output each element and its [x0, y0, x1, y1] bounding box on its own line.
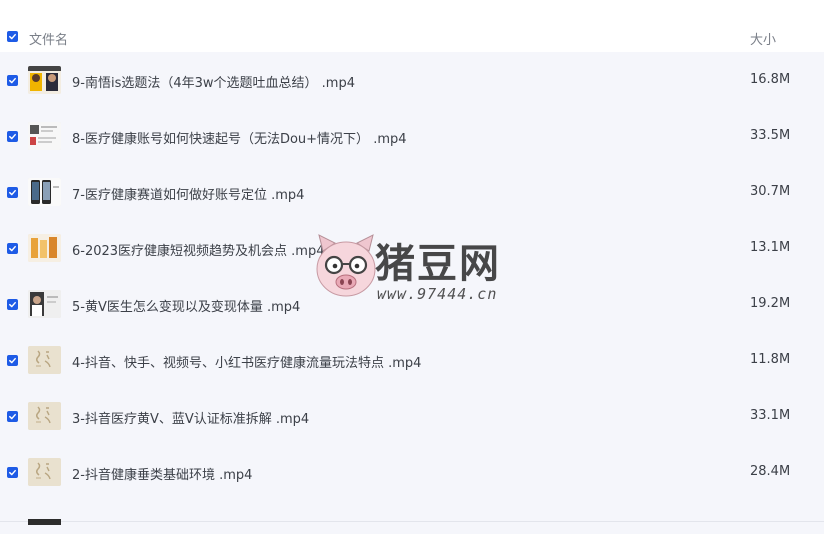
file-checkbox[interactable]: [7, 187, 18, 198]
checkmark-icon: [9, 413, 16, 420]
file-checkbox[interactable]: [7, 411, 18, 422]
file-name[interactable]: 8-医疗健康账号如何快速起号（无法Dou+情况下） .mp4: [72, 128, 407, 147]
file-row[interactable]: 6-2023医疗健康短视频趋势及机会点 .mp4 13.1M: [0, 220, 824, 276]
checkmark-icon: [9, 33, 16, 40]
file-name[interactable]: 5-黄V医生怎么变现以及变现体量 .mp4: [72, 296, 300, 315]
file-size: 13.1M: [750, 240, 791, 255]
file-checkbox[interactable]: [7, 355, 18, 366]
file-thumbnail: [28, 290, 61, 318]
file-thumbnail: [28, 122, 61, 150]
select-all-checkbox[interactable]: [7, 31, 18, 42]
checkmark-icon: [9, 301, 16, 308]
file-name[interactable]: 9-南悟is选题法（4年3w个选题吐血总结） .mp4: [72, 72, 355, 91]
file-thumbnail: [28, 458, 61, 486]
file-size: 28.4M: [750, 464, 791, 479]
file-checkbox[interactable]: [7, 75, 18, 86]
file-list: 9-南悟is选题法（4年3w个选题吐血总结） .mp4 16.8M 8-医疗健康账号…: [0, 52, 824, 534]
file-row[interactable]: 9-南悟is选题法（4年3w个选题吐血总结） .mp4 16.8M: [0, 52, 824, 108]
file-row[interactable]: 2-抖音健康垂类基础环境 .mp4 28.4M: [0, 444, 824, 500]
file-row[interactable]: 3-抖音医疗黄V、蓝V认证标准拆解 .mp4 33.1M: [0, 388, 824, 444]
file-row[interactable]: 7-医疗健康赛道如何做好账号定位 .mp4 30.7M: [0, 164, 824, 220]
file-size: 11.8M: [750, 352, 791, 367]
file-size: 19.2M: [750, 296, 791, 311]
name-column-header[interactable]: 文件名: [29, 29, 68, 48]
file-checkbox[interactable]: [7, 243, 18, 254]
file-size: 30.7M: [750, 184, 791, 199]
file-thumbnail: [28, 234, 61, 262]
file-name[interactable]: 2-抖音健康垂类基础环境 .mp4: [72, 464, 252, 483]
file-checkbox[interactable]: [7, 299, 18, 310]
file-checkbox[interactable]: [7, 467, 18, 478]
file-name[interactable]: 7-医疗健康赛道如何做好账号定位 .mp4: [72, 184, 304, 203]
file-row[interactable]: 4-抖音、快手、视频号、小红书医疗健康流量玩法特点 .mp4 11.8M: [0, 332, 824, 388]
file-name[interactable]: 4-抖音、快手、视频号、小红书医疗健康流量玩法特点 .mp4: [72, 352, 421, 371]
size-column-header[interactable]: 大小: [750, 29, 776, 48]
divider: [0, 521, 824, 522]
checkmark-icon: [9, 245, 16, 252]
file-checkbox[interactable]: [7, 131, 18, 142]
file-size: 33.1M: [750, 408, 791, 423]
checkmark-icon: [9, 133, 16, 140]
file-thumbnail: [28, 66, 61, 94]
file-list-header: 文件名 大小: [0, 0, 824, 52]
file-thumbnail: [28, 346, 61, 374]
file-row[interactable]: 8-医疗健康账号如何快速起号（无法Dou+情况下） .mp4 33.5M: [0, 108, 824, 164]
checkmark-icon: [9, 357, 16, 364]
file-name[interactable]: 6-2023医疗健康短视频趋势及机会点 .mp4: [72, 240, 325, 259]
checkmark-icon: [9, 77, 16, 84]
file-thumbnail-partial: [28, 519, 61, 525]
file-thumbnail: [28, 178, 61, 206]
file-size: 16.8M: [750, 72, 791, 87]
file-name[interactable]: 3-抖音医疗黄V、蓝V认证标准拆解 .mp4: [72, 408, 309, 427]
file-row[interactable]: 5-黄V医生怎么变现以及变现体量 .mp4 19.2M: [0, 276, 824, 332]
checkmark-icon: [9, 469, 16, 476]
file-thumbnail: [28, 402, 61, 430]
checkmark-icon: [9, 189, 16, 196]
file-size: 33.5M: [750, 128, 791, 143]
